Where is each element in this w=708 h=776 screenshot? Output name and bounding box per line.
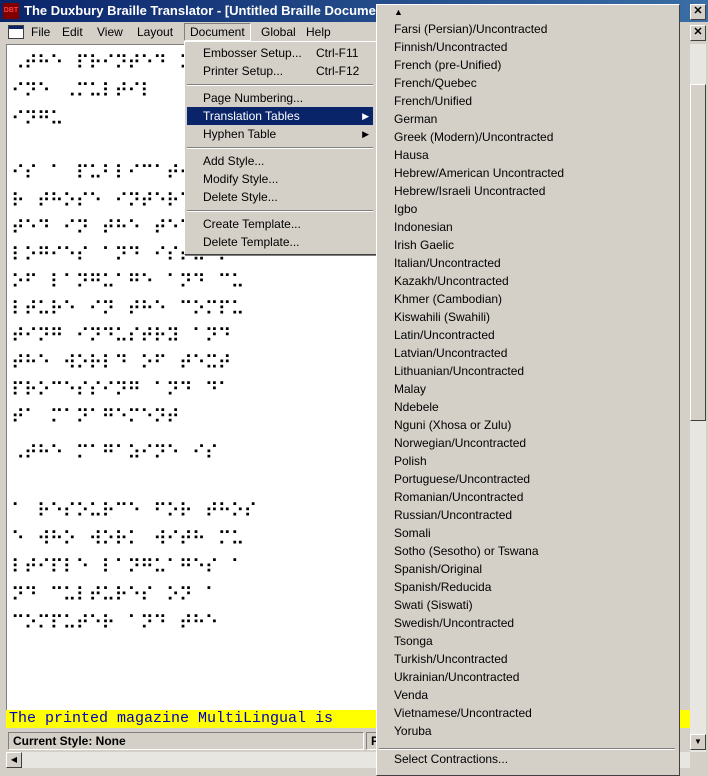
close-icon[interactable]: ✕ xyxy=(690,4,706,20)
translation-table-item[interactable]: Turkish/Uncontracted xyxy=(394,650,508,668)
translation-table-item[interactable]: Polish xyxy=(394,452,427,470)
scroll-up-icon[interactable]: ▲ xyxy=(394,7,403,17)
translation-table-item[interactable]: Malay xyxy=(394,380,426,398)
translation-table-item[interactable]: Hausa xyxy=(394,146,429,164)
menu-edit[interactable]: Edit xyxy=(57,24,88,40)
vertical-scroll-thumb[interactable] xyxy=(690,84,706,421)
translation-table-item[interactable]: Portuguese/Uncontracted xyxy=(394,470,530,488)
translation-table-item[interactable]: Khmer (Cambodian) xyxy=(394,290,502,308)
menu-item-printer-setup[interactable]: Printer Setup... Ctrl-F12 xyxy=(187,62,373,80)
translation-table-item[interactable]: German xyxy=(394,110,437,128)
translation-table-item[interactable]: Igbo xyxy=(394,200,417,218)
menu-item-add-style[interactable]: Add Style... xyxy=(187,152,373,170)
translation-table-item[interactable]: Swedish/Uncontracted xyxy=(394,614,514,632)
braille-line: ⠉⠕⠍⠏⠥⠞⠑⠗⠀⠁⠝⠙⠀⠞⠓⠑ xyxy=(11,612,219,634)
translation-table-item[interactable]: Irish Gaelic xyxy=(394,236,454,254)
braille-line: ⠇⠞⠥⠗⠑⠀⠊⠝⠀⠞⠓⠑⠀⠉⠕⠍⠏⠥ xyxy=(11,298,244,320)
translation-table-item[interactable]: Swati (Siswati) xyxy=(394,596,473,614)
translation-table-item[interactable]: Kazakh/Uncontracted xyxy=(394,272,509,290)
scroll-left-icon[interactable]: ◀ xyxy=(6,752,22,768)
braille-line: ⠏⠗⠕⠉⠑⠎⠎⠊⠝⠛⠀⠁⠝⠙⠀⠙⠁ xyxy=(11,379,232,401)
menu-separator xyxy=(187,84,373,86)
braille-line: ⠕⠋⠀⠇⠁⠝⠛⠥⠁⠛⠑⠀⠁⠝⠙⠀⠉⠥ xyxy=(11,271,244,293)
menu-item-modify-style[interactable]: Modify Style... xyxy=(187,170,373,188)
translation-table-item[interactable]: Russian/Uncontracted xyxy=(394,506,512,524)
translation-table-item[interactable]: French (pre-Unified) xyxy=(394,56,501,74)
menu-item-delete-template[interactable]: Delete Template... xyxy=(187,233,373,251)
braille-line: ⠞⠓⠑⠀⠺⠕⠗⠇⠙⠀⠕⠋⠀⠞⠑⠭⠞ xyxy=(11,352,232,374)
braille-line: ⠝⠙⠀⠉⠥⠇⠞⠥⠗⠑⠎⠀⠕⠝⠀⠁ xyxy=(11,584,219,606)
translation-table-item[interactable]: Kiswahili (Swahili) xyxy=(394,308,490,326)
translation-table-item[interactable]: Hebrew/American Uncontracted xyxy=(394,164,564,182)
menu-document[interactable]: Document xyxy=(184,23,251,41)
scroll-down-icon[interactable]: ▼ xyxy=(690,734,706,750)
menu-item-hyphen-table[interactable]: Hyphen Table ▶ xyxy=(187,125,373,143)
menu-layout[interactable]: Layout xyxy=(132,24,178,40)
menu-help[interactable]: Help xyxy=(301,24,336,40)
menu-separator xyxy=(187,147,373,149)
translation-table-item[interactable]: Tsonga xyxy=(394,632,433,650)
menu-global[interactable]: Global xyxy=(256,24,301,40)
translation-table-item[interactable]: French/Quebec xyxy=(394,74,477,92)
translation-table-item[interactable]: Norwegian/Uncontracted xyxy=(394,434,526,452)
translation-table-item[interactable]: Italian/Uncontracted xyxy=(394,254,501,272)
translation-table-item[interactable]: Venda xyxy=(394,686,428,704)
translation-table-item[interactable]: Vietnamese/Uncontracted xyxy=(394,704,532,722)
translation-table-item[interactable]: Farsi (Persian)/Uncontracted xyxy=(394,20,547,38)
document-menu: Embosser Setup... Ctrl-F11 Printer Setup… xyxy=(184,41,378,255)
current-style-status: Current Style: None xyxy=(8,732,364,750)
menu-file[interactable]: File xyxy=(26,24,55,40)
document-icon[interactable] xyxy=(8,25,24,39)
menu-item-create-template[interactable]: Create Template... xyxy=(187,215,373,233)
translation-table-item[interactable]: Finnish/Uncontracted xyxy=(394,38,507,56)
translation-table-item[interactable]: Ndebele xyxy=(394,398,439,416)
print-text: The printed magazine MultiLingual is xyxy=(9,710,334,727)
translation-table-item[interactable]: Nguni (Xhosa or Zulu) xyxy=(394,416,511,434)
braille-line: ⠇⠞⠊⠏⠇⠑⠀⠇⠁⠝⠛⠥⠁⠛⠑⠎⠀⠁ xyxy=(11,556,244,578)
vertical-scrollbar[interactable]: ▼ xyxy=(690,44,706,752)
menu-separator xyxy=(187,210,373,212)
translation-table-item[interactable]: Latvian/Uncontracted xyxy=(394,344,507,362)
translation-table-item[interactable]: Spanish/Reducida xyxy=(394,578,491,596)
menu-item-page-numbering[interactable]: Page Numbering... xyxy=(187,89,373,107)
menu-item-embosser-setup[interactable]: Embosser Setup... Ctrl-F11 xyxy=(187,44,373,62)
window-title: The Duxbury Braille Translator - [Untitl… xyxy=(24,3,393,18)
app-icon[interactable]: DBT xyxy=(3,3,19,19)
translation-table-item[interactable]: Latin/Uncontracted xyxy=(394,326,495,344)
translation-table-item[interactable]: Romanian/Uncontracted xyxy=(394,488,523,506)
braille-line: ⠗⠀⠞⠓⠕⠎⠑⠀⠊⠝⠞⠑⠗⠑⠎ xyxy=(11,190,206,212)
braille-line: ⠊⠝⠛⠥ xyxy=(11,108,64,130)
braille-line: ⠑⠀⠺⠓⠕⠀⠺⠕⠗⠅⠀⠺⠊⠞⠓⠀⠍⠥ xyxy=(11,528,244,550)
translation-tables-submenu: ▲ Farsi (Persian)/Uncontracted Finnish/Un… xyxy=(376,4,680,776)
menu-item-select-contractions[interactable]: Select Contractions... xyxy=(394,750,508,768)
translation-table-item[interactable]: Greek (Modern)/Uncontracted xyxy=(394,128,553,146)
braille-line: ⠞⠊⠝⠛⠀⠊⠝⠙⠥⠎⠞⠗⠽⠀⠁⠝⠙ xyxy=(11,325,232,347)
translation-table-item[interactable]: Spanish/Original xyxy=(394,560,482,578)
translation-table-item[interactable]: French/Unified xyxy=(394,92,472,110)
braille-line: ⠁⠀⠗⠑⠎⠕⠥⠗⠉⠑⠀⠋⠕⠗⠀⠞⠓⠕⠎ xyxy=(11,500,257,522)
submenu-arrow-icon: ▶ xyxy=(362,129,369,139)
translation-table-item[interactable]: Yoruba xyxy=(394,722,432,740)
translation-table-item[interactable]: Hebrew/Israeli Uncontracted xyxy=(394,182,545,200)
menu-item-delete-style[interactable]: Delete Style... xyxy=(187,188,373,206)
menu-view[interactable]: View xyxy=(92,24,128,40)
translation-table-item[interactable]: Sotho (Sesotho) or Tswana xyxy=(394,542,539,560)
translation-table-item[interactable]: Ukrainian/Uncontracted xyxy=(394,668,519,686)
braille-line: ⠠⠞⠓⠑⠀⠍⠁⠛⠁⠵⠊⠝⠑⠀⠊⠎ xyxy=(11,442,219,464)
document-close-icon[interactable]: ✕ xyxy=(690,25,706,41)
menu-item-translation-tables[interactable]: Translation Tables ▶ xyxy=(187,107,373,125)
translation-table-item[interactable]: Indonesian xyxy=(394,218,453,236)
translation-table-item[interactable]: Lithuanian/Uncontracted xyxy=(394,362,524,380)
braille-line: ⠞⠁⠀⠍⠁⠝⠁⠛⠑⠍⠑⠝⠞ xyxy=(11,406,180,428)
submenu-arrow-icon: ▶ xyxy=(362,111,369,121)
braille-line: ⠊⠝⠑⠀⠠⠍⠥⠇⠞⠊⠇ xyxy=(11,80,154,102)
translation-table-item[interactable]: Somali xyxy=(394,524,431,542)
